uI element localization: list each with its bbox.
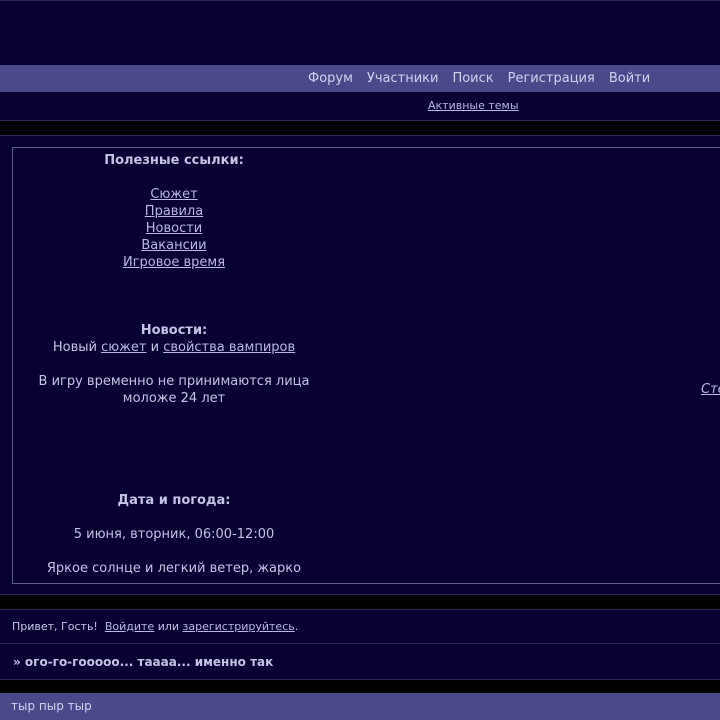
- register-link[interactable]: зарегистрируйтесь: [183, 620, 295, 633]
- news-title-row: Новости:: [13, 322, 335, 339]
- nav-search[interactable]: Поиск: [452, 71, 493, 86]
- link-row-rules: Правила: [13, 203, 335, 220]
- notice-line-2: моложе 24 лет: [122, 391, 226, 406]
- stef-link[interactable]: Стеф: [701, 382, 720, 397]
- divider: [0, 643, 720, 644]
- date-text: 5 июня, вторник, 06:00-12:00: [73, 527, 275, 542]
- footer-text: тыр пыр тыр: [11, 699, 92, 713]
- or-text: или: [154, 620, 183, 633]
- news-link[interactable]: Новости: [146, 221, 203, 236]
- info-section: Полезные ссылки: Сюжет Правила Новости В…: [0, 135, 720, 595]
- period-text: .: [294, 620, 299, 633]
- greeting-section: Привет, Гость! Войдите или зарегистрируй…: [0, 609, 720, 680]
- plot-link[interactable]: Сюжет: [150, 187, 197, 202]
- info-column: Полезные ссылки: Сюжет Правила Новости В…: [13, 148, 335, 577]
- links-heading: Полезные ссылки:: [104, 153, 244, 168]
- weather-heading: Дата и погода:: [117, 493, 231, 508]
- weather-text: Яркое солнце и легкий ветер, жарко: [46, 561, 302, 576]
- info-panel: Полезные ссылки: Сюжет Правила Новости В…: [12, 147, 720, 584]
- game-time-link[interactable]: Игровое время: [123, 255, 225, 270]
- nav-items: Форум Участники Поиск Регистрация Войти: [308, 65, 650, 92]
- weather-title-row: Дата и погода:: [13, 492, 335, 509]
- notice-line-1: В игру временно не принимаются лица: [38, 374, 310, 389]
- links-title: Полезные ссылки:: [13, 152, 335, 169]
- vacancies-link[interactable]: Вакансии: [141, 238, 206, 253]
- news-prefix: Новый: [52, 340, 102, 355]
- greeting-row: Привет, Гость! Войдите или зарегистрируй…: [12, 620, 298, 633]
- link-row-news: Новости: [13, 220, 335, 237]
- news-line: Новый сюжет и свойства вампиров: [13, 339, 335, 356]
- nav-register[interactable]: Регистрация: [508, 71, 595, 86]
- announcement-text: » ого-го-гооооо... тaaaa... именно так: [13, 655, 274, 669]
- greeting-text: Привет, Гость!: [12, 620, 98, 633]
- footer-bar: тыр пыр тыр: [0, 693, 720, 720]
- link-row-game-time: Игровое время: [13, 254, 335, 271]
- news-mid: и: [146, 340, 164, 355]
- nav-members[interactable]: Участники: [367, 71, 439, 86]
- news-heading: Новости:: [140, 323, 208, 338]
- link-row-plot: Сюжет: [13, 186, 335, 203]
- nav-forum[interactable]: Форум: [308, 71, 353, 86]
- news-plot-link[interactable]: сюжет: [101, 340, 146, 355]
- link-row-vacancies: Вакансии: [13, 237, 335, 254]
- vampire-props-link[interactable]: свойства вампиров: [163, 340, 295, 355]
- login-link[interactable]: Войдите: [105, 620, 154, 633]
- nav-login[interactable]: Войти: [609, 71, 650, 86]
- main-navbar: Форум Участники Поиск Регистрация Войти: [0, 65, 720, 92]
- rules-link[interactable]: Правила: [145, 204, 203, 219]
- active-topics-link[interactable]: Активные темы: [428, 99, 519, 112]
- forum-header: Форум Участники Поиск Регистрация Войти …: [0, 0, 720, 121]
